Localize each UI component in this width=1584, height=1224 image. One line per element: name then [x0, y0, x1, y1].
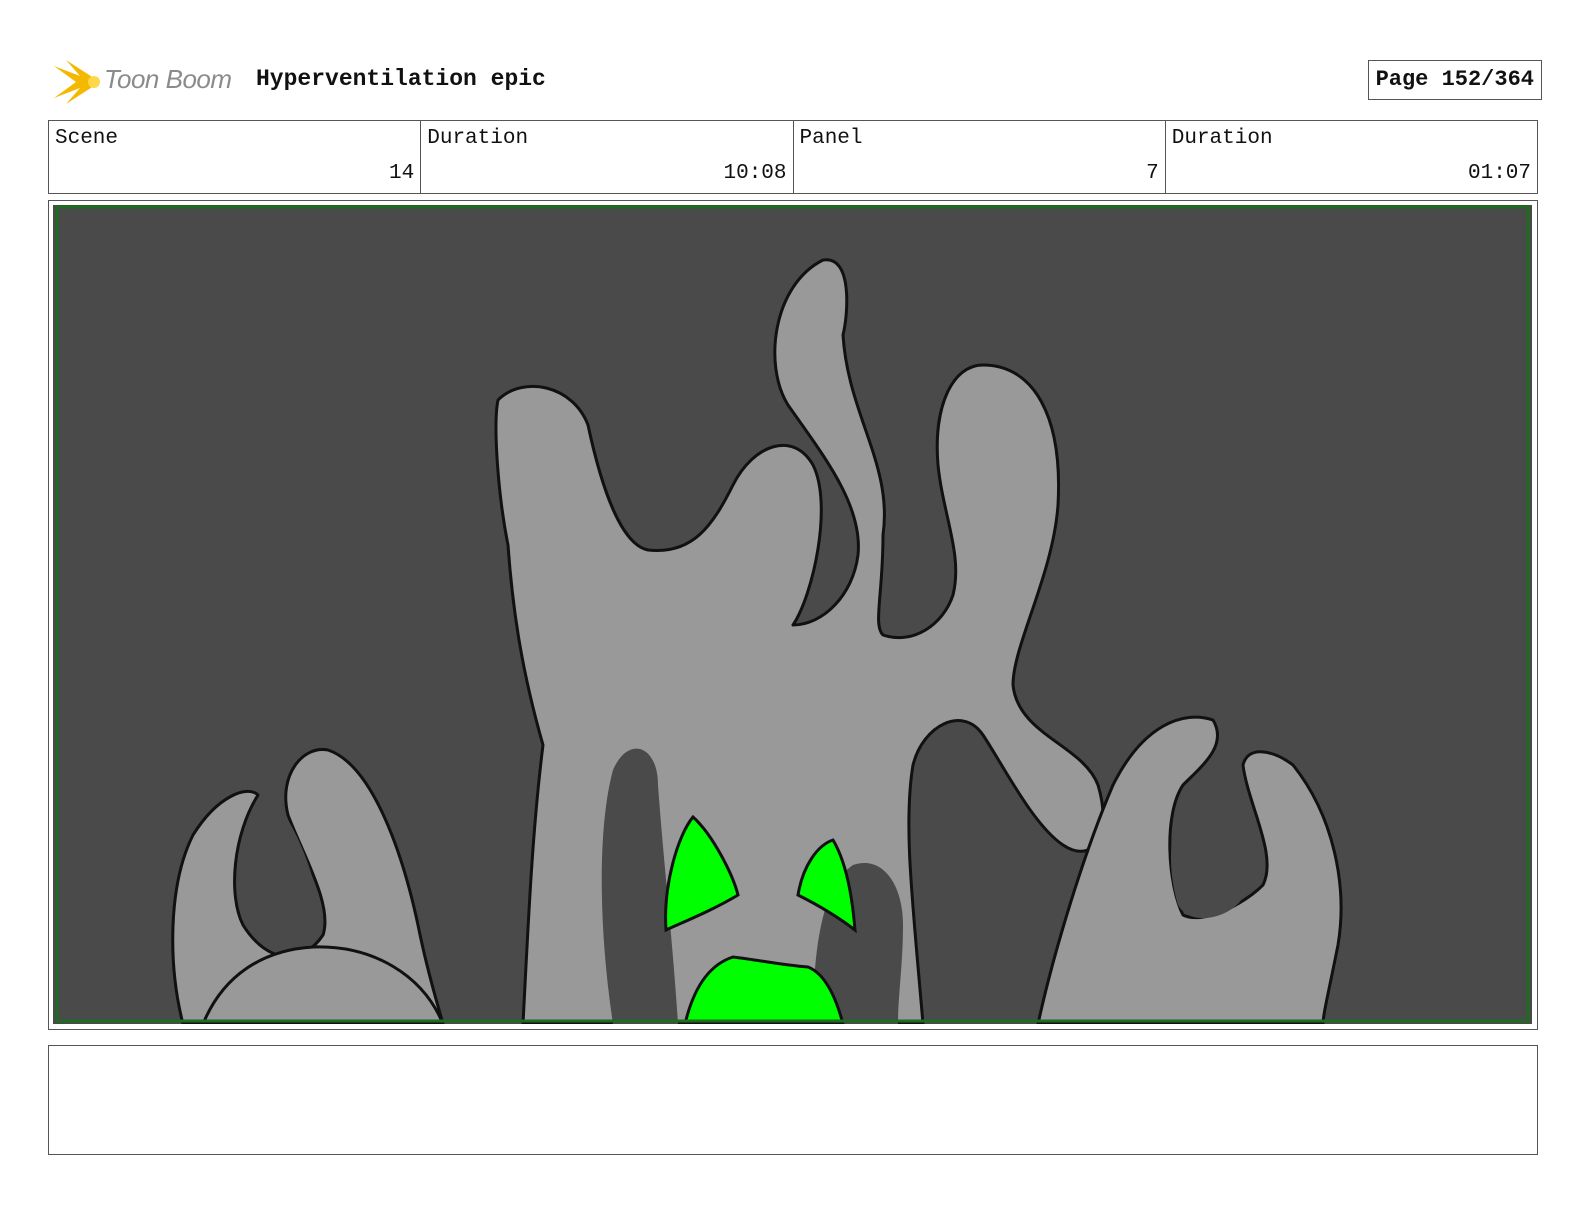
page-header: Toon Boom Hyperventilation epic Page 152… [52, 54, 1542, 108]
toon-boom-logo: Toon Boom [52, 56, 242, 106]
scene-duration-label: Duration [427, 127, 529, 150]
starburst-icon [54, 60, 100, 104]
page-number: Page 152/364 [1367, 60, 1542, 100]
scene-duration-cell: Duration 10:08 [421, 121, 794, 193]
scene-duration-value: 10:08 [723, 162, 787, 185]
scene-label: Scene [55, 127, 119, 150]
panel-duration-cell: Duration 01:07 [1166, 121, 1537, 193]
scene-cell: Scene 14 [49, 121, 422, 193]
panel-value: 7 [1146, 162, 1159, 185]
panel-duration-value: 01:07 [1467, 162, 1531, 185]
panel-label: Panel [799, 127, 863, 150]
scene-info-table: Scene 14 Duration 10:08 Panel 7 Duration… [48, 120, 1538, 194]
panel-drawing [53, 205, 1532, 1024]
logo-wordmark: Toon Boom [104, 64, 232, 94]
document-title: Hyperventilation epic [256, 66, 546, 92]
scene-value: 14 [389, 162, 415, 185]
panel-cell: Panel 7 [794, 121, 1166, 193]
panel-notes [48, 1045, 1538, 1155]
panel-duration-label: Duration [1171, 127, 1273, 150]
storyboard-panel [48, 200, 1538, 1030]
